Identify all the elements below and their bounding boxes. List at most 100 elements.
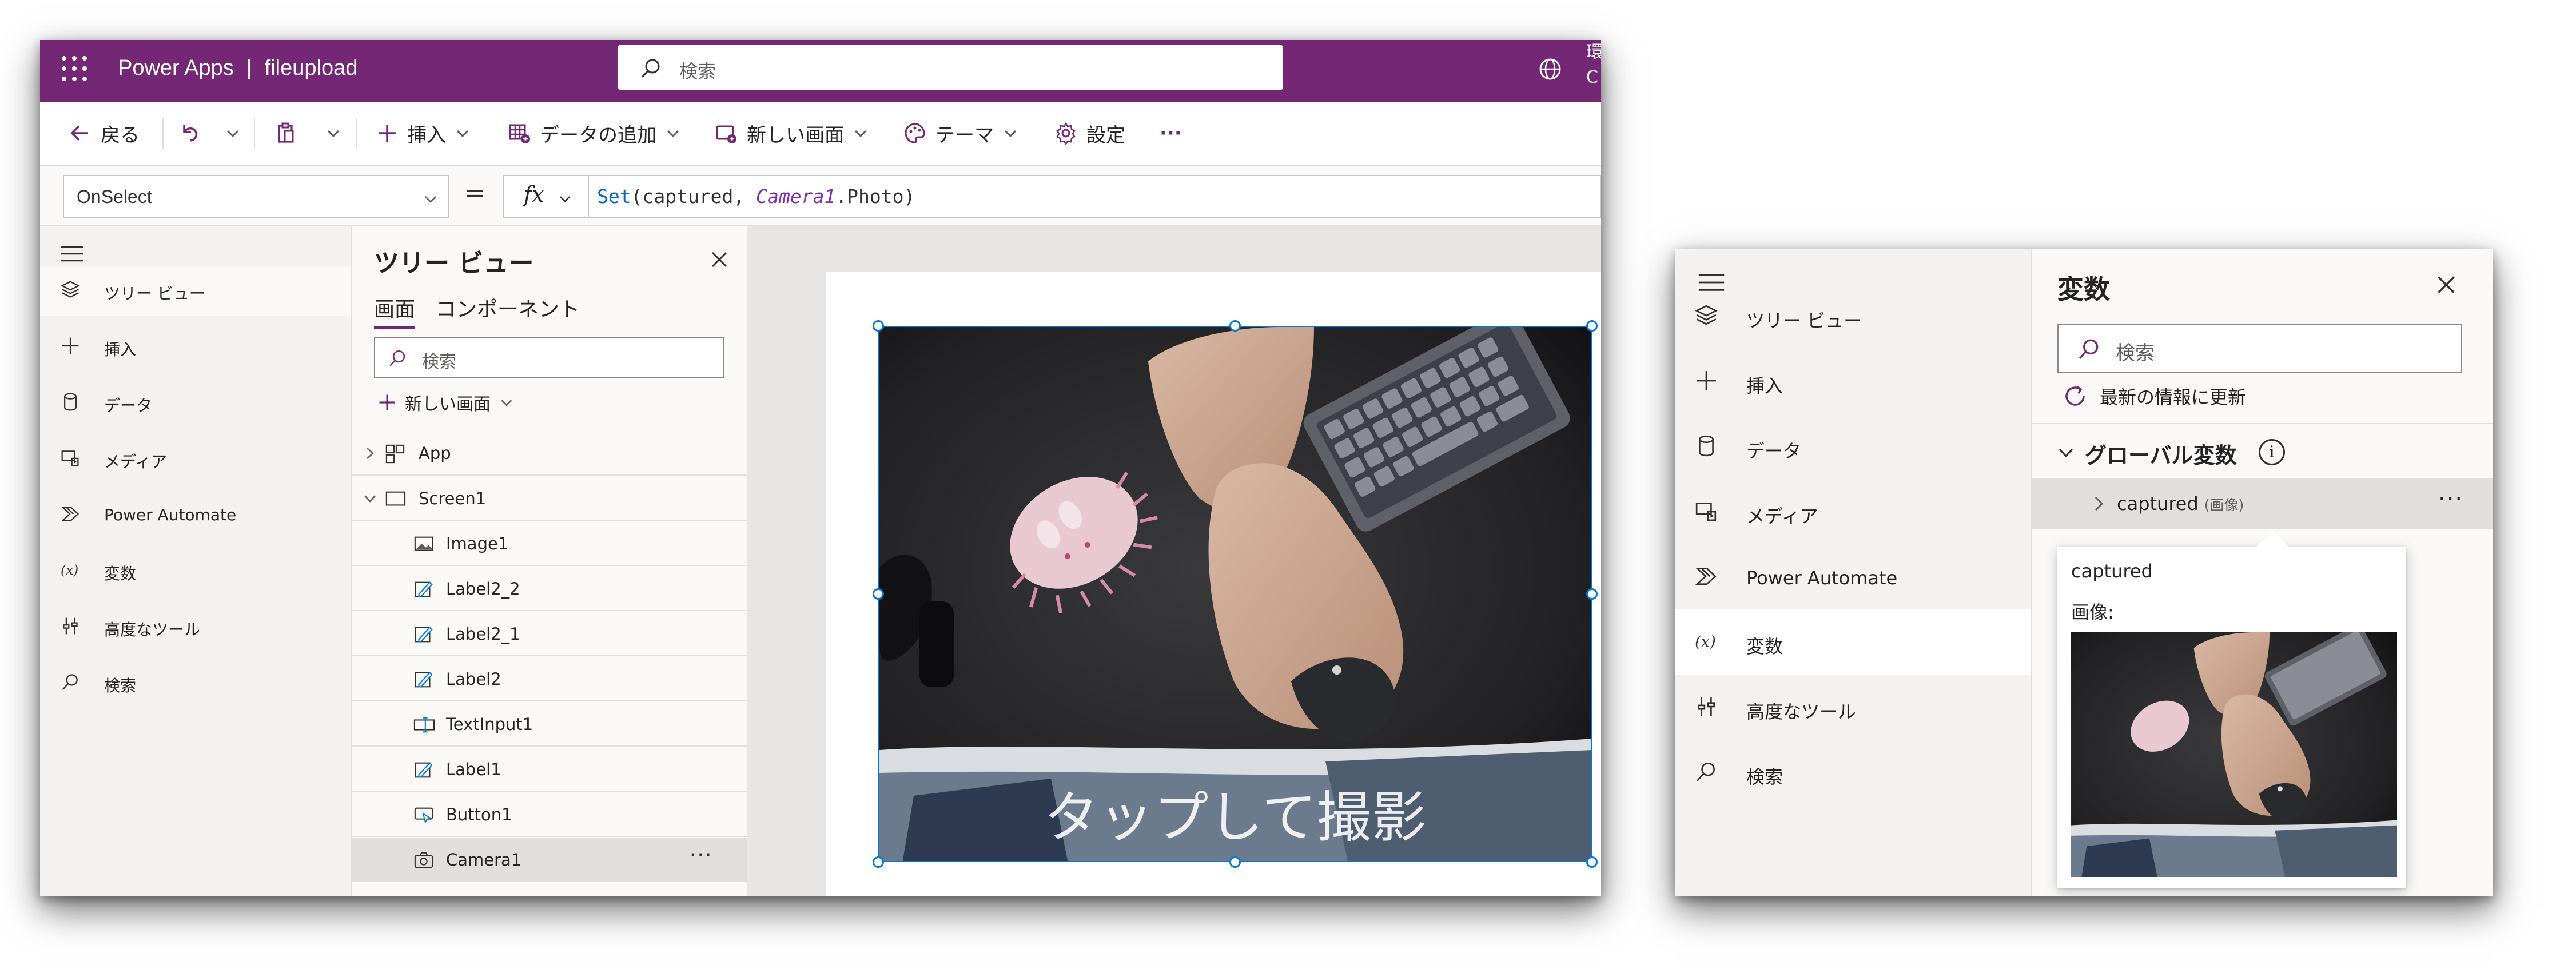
tree-icon-wrap (413, 805, 436, 826)
nav-item-layers[interactable]: ツリー ビュー (1675, 284, 2031, 349)
hamburger-icon[interactable] (59, 244, 85, 264)
tree-search-input[interactable]: 検索 (374, 337, 724, 378)
svg-text:(x): (x) (61, 563, 78, 578)
tab-components[interactable]: コンポーネント (436, 293, 580, 322)
variables-search-input[interactable]: 検索 (2057, 324, 2462, 373)
resize-handle[interactable] (1586, 856, 1598, 868)
tools-icon (63, 617, 78, 635)
tree-item-label2_1[interactable]: Label2_1 (352, 612, 748, 656)
global-search-input[interactable]: 検索 (618, 45, 1283, 90)
tree-item-label: App (419, 444, 451, 463)
resize-handle[interactable] (1229, 856, 1241, 868)
title-bar: Power Apps | fileupload 検索 環 C (40, 40, 1601, 102)
plus-icon (379, 394, 395, 410)
tree-item-app[interactable]: App (352, 431, 748, 476)
environment-label[interactable]: 環 C (1586, 40, 1601, 90)
app-launcher-icon[interactable] (61, 55, 90, 85)
nav-item-power-automate[interactable]: Power Automate (40, 491, 351, 540)
chevron-right-icon[interactable] (363, 446, 377, 461)
nav-item-layers[interactable]: ツリー ビュー (40, 266, 351, 316)
nav-item-variable[interactable]: (x) 変数 (1675, 609, 2031, 675)
variable-name: captured (画像) (2117, 493, 2244, 515)
resize-handle[interactable] (873, 588, 884, 600)
info-icon[interactable]: i (2259, 439, 2285, 465)
new-screen-button[interactable]: 新しい画面 (715, 119, 869, 147)
nav-item-plus[interactable]: 挿入 (40, 322, 351, 372)
property-dropdown[interactable]: OnSelect (63, 175, 449, 218)
toolbar-divider (162, 118, 164, 149)
tree-item-label2[interactable]: Label2 (352, 657, 748, 701)
power-automate-icon (1695, 568, 1717, 585)
camera-overlay-text: タップして撮影 (1044, 785, 1427, 850)
variable-row-captured[interactable]: captured (画像) ··· (2032, 478, 2493, 529)
insert-button[interactable]: 挿入 (376, 119, 471, 147)
nav-icon-wrap (61, 280, 82, 302)
camera-control[interactable]: タップして撮影 (878, 326, 1592, 862)
theme-label: テーマ (935, 123, 994, 147)
tree-item-camera1[interactable]: Camera1 ··· (352, 838, 748, 882)
close-icon[interactable] (710, 250, 728, 269)
product-name: Power Apps (118, 56, 234, 80)
settings-label: 設定 (1086, 123, 1125, 147)
nav-item-plus[interactable]: 挿入 (1675, 349, 2031, 414)
chevron-down-icon (1004, 130, 1017, 138)
close-icon[interactable] (2436, 274, 2456, 295)
nav-icon-wrap (61, 616, 82, 638)
nav-icon-wrap (61, 392, 82, 414)
tree-item-label1[interactable]: Label1 (352, 747, 748, 792)
tree-icon-wrap (384, 444, 407, 464)
insert-label: 挿入 (407, 123, 446, 147)
resize-handle[interactable] (1229, 320, 1241, 332)
nav-item-variable[interactable]: (x) 変数 (40, 547, 351, 596)
environment-icon[interactable] (1537, 56, 1563, 82)
variable-more-button[interactable]: ··· (2438, 486, 2463, 512)
tree-item-button1[interactable]: Button1 (352, 792, 748, 837)
undo-dropdown[interactable] (224, 119, 241, 147)
nav-item-tools[interactable]: 高度なツール (40, 603, 351, 652)
settings-button[interactable]: 設定 (1054, 119, 1125, 147)
refresh-button[interactable]: 最新の情報に更新 (2062, 383, 2246, 409)
layers-icon (1695, 305, 1718, 325)
paste-button[interactable] (274, 119, 297, 147)
paste-dropdown[interactable] (325, 119, 342, 147)
resize-handle[interactable] (873, 856, 884, 868)
tree-item-image1[interactable]: Image1 (352, 521, 748, 566)
add-data-button[interactable]: データの追加 (508, 119, 682, 147)
formula-text[interactable]: Set(captured, Camera1.Photo) (597, 185, 915, 208)
nav-item-media[interactable]: メディア (40, 434, 351, 484)
tree-item-screen1[interactable]: Screen1 (352, 476, 748, 521)
tree-item-label: Label2 (446, 669, 501, 689)
chevron-down-icon[interactable] (363, 491, 377, 506)
formula-input[interactable]: fx Set(captured, Camera1.Photo) (503, 175, 1601, 218)
undo-button[interactable] (177, 119, 200, 147)
tree-new-screen-button[interactable]: 新しい画面 (377, 390, 515, 415)
media-icon (1695, 503, 1717, 521)
fx-button[interactable]: fx (504, 176, 589, 217)
tree-icon-wrap (413, 534, 436, 555)
resize-handle[interactable] (1586, 320, 1598, 332)
more-commands-button[interactable]: ··· (1160, 119, 1182, 147)
resize-handle[interactable] (873, 320, 884, 332)
screen-surface[interactable]: タップして撮影 (826, 272, 1601, 896)
search-icon (1697, 762, 1715, 781)
theme-button[interactable]: テーマ (903, 119, 1019, 147)
tree-item-more-button[interactable]: ··· (690, 843, 712, 867)
nav-item-database[interactable]: データ (40, 378, 351, 428)
captured-image-preview (2071, 632, 2397, 877)
nav-item-database[interactable]: データ (1675, 414, 2031, 479)
tree-icon-wrap (413, 669, 436, 690)
tree-item-textinput1[interactable]: TextInput1 (352, 702, 748, 747)
nav-item-search[interactable]: 検索 (40, 659, 351, 708)
captured-photo (2071, 632, 2397, 877)
resize-handle[interactable] (1586, 588, 1598, 600)
tree-item-label2_2[interactable]: Label2_2 (352, 567, 748, 611)
back-button[interactable]: 戻る (69, 119, 140, 147)
nav-item-power-automate[interactable]: Power Automate (1675, 544, 2031, 609)
nav-item-search[interactable]: 検索 (1675, 740, 2031, 805)
nav-item-media[interactable]: メディア (1675, 479, 2031, 544)
camera-icon (414, 852, 433, 868)
global-variables-header[interactable]: グローバル変数 i (2032, 423, 2493, 477)
tree-new-screen-label: 新しい画面 (405, 394, 491, 414)
tab-screens[interactable]: 画面 (374, 293, 416, 329)
nav-item-tools[interactable]: 高度なツール (1675, 675, 2031, 740)
